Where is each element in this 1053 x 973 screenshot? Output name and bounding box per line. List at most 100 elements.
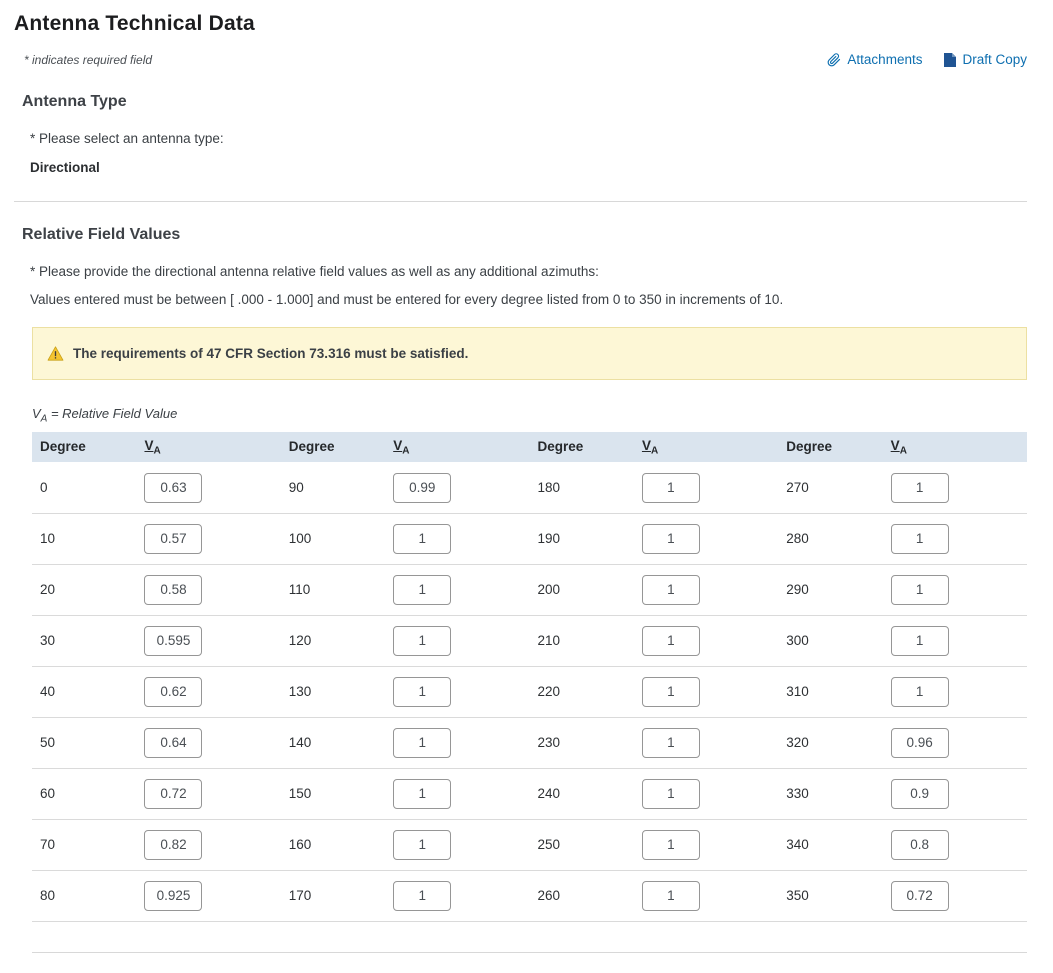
va-input-0[interactable]	[144, 473, 202, 503]
table-row: 80170260350	[32, 870, 1027, 921]
va-cell	[634, 666, 778, 717]
va-input-300[interactable]	[891, 626, 949, 656]
table-row: 30120210300	[32, 615, 1027, 666]
degree-value: 50	[32, 717, 136, 768]
va-cell	[385, 564, 529, 615]
degree-value: 270	[778, 462, 882, 513]
antenna-type-value: Directional	[30, 160, 1027, 175]
draft-copy-label: Draft Copy	[962, 52, 1027, 67]
degree-value: 160	[281, 819, 385, 870]
va-input-240[interactable]	[642, 779, 700, 809]
va-input-200[interactable]	[642, 575, 700, 605]
va-input-290[interactable]	[891, 575, 949, 605]
degree-value: 330	[778, 768, 882, 819]
va-input-100[interactable]	[393, 524, 451, 554]
va-input-90[interactable]	[393, 473, 451, 503]
degree-value: 150	[281, 768, 385, 819]
va-cell	[883, 615, 1027, 666]
degree-value: 350	[778, 870, 882, 921]
draft-copy-link[interactable]: Draft Copy	[944, 52, 1027, 67]
va-input-330[interactable]	[891, 779, 949, 809]
va-input-150[interactable]	[393, 779, 451, 809]
degree-value: 90	[281, 462, 385, 513]
va-input-20[interactable]	[144, 575, 202, 605]
degree-header: Degree	[778, 432, 882, 463]
va-input-350[interactable]	[891, 881, 949, 911]
va-cell	[385, 819, 529, 870]
degree-value: 70	[32, 819, 136, 870]
degree-value: 110	[281, 564, 385, 615]
table-row: 40130220310	[32, 666, 1027, 717]
va-cell	[385, 513, 529, 564]
va-cell	[883, 462, 1027, 513]
required-field-note: * indicates required field	[24, 53, 152, 67]
relative-field-table: Degree VA Degree VA Degree VA Degree VA …	[32, 432, 1027, 922]
section-divider	[14, 201, 1027, 202]
degree-value: 20	[32, 564, 136, 615]
antenna-type-heading: Antenna Type	[22, 93, 1027, 111]
degree-value: 220	[529, 666, 633, 717]
degree-value: 140	[281, 717, 385, 768]
degree-value: 40	[32, 666, 136, 717]
va-header: VA	[634, 432, 778, 463]
va-input-30[interactable]	[144, 626, 202, 656]
va-header: VA	[385, 432, 529, 463]
va-input-70[interactable]	[144, 830, 202, 860]
va-input-60[interactable]	[144, 779, 202, 809]
va-cell	[634, 768, 778, 819]
va-input-140[interactable]	[393, 728, 451, 758]
va-input-230[interactable]	[642, 728, 700, 758]
va-input-310[interactable]	[891, 677, 949, 707]
relative-field-range-note: Values entered must be between [ .000 - …	[30, 292, 1027, 307]
va-input-320[interactable]	[891, 728, 949, 758]
va-input-220[interactable]	[642, 677, 700, 707]
degree-value: 250	[529, 819, 633, 870]
va-cell	[136, 462, 280, 513]
va-input-160[interactable]	[393, 830, 451, 860]
attachments-link[interactable]: Attachments	[827, 52, 922, 67]
meta-row: * indicates required field Attachments D…	[24, 52, 1027, 67]
va-input-40[interactable]	[144, 677, 202, 707]
attachments-label: Attachments	[847, 52, 922, 67]
va-input-190[interactable]	[642, 524, 700, 554]
va-input-210[interactable]	[642, 626, 700, 656]
va-cell	[385, 615, 529, 666]
va-input-260[interactable]	[642, 881, 700, 911]
va-input-250[interactable]	[642, 830, 700, 860]
va-input-120[interactable]	[393, 626, 451, 656]
va-input-280[interactable]	[891, 524, 949, 554]
va-cell	[634, 513, 778, 564]
va-cell	[136, 666, 280, 717]
relative-field-heading: Relative Field Values	[22, 226, 1027, 244]
va-cell	[634, 615, 778, 666]
va-cell	[136, 870, 280, 921]
degree-value: 60	[32, 768, 136, 819]
va-cell	[136, 768, 280, 819]
degree-value: 230	[529, 717, 633, 768]
table-header-row: Degree VA Degree VA Degree VA Degree VA	[32, 432, 1027, 463]
va-cell	[634, 564, 778, 615]
degree-value: 190	[529, 513, 633, 564]
va-input-130[interactable]	[393, 677, 451, 707]
antenna-type-prompt: * Please select an antenna type:	[30, 131, 1027, 146]
va-input-110[interactable]	[393, 575, 451, 605]
va-input-180[interactable]	[642, 473, 700, 503]
table-row: 10100190280	[32, 513, 1027, 564]
table-row: 50140230320	[32, 717, 1027, 768]
va-cell	[883, 717, 1027, 768]
va-input-10[interactable]	[144, 524, 202, 554]
va-input-340[interactable]	[891, 830, 949, 860]
paperclip-icon	[827, 53, 841, 67]
va-input-80[interactable]	[144, 881, 202, 911]
degree-value: 0	[32, 462, 136, 513]
va-cell	[385, 768, 529, 819]
relative-field-table-body: 0901802701010019028020110200290301202103…	[32, 462, 1027, 921]
va-input-270[interactable]	[891, 473, 949, 503]
va-cell	[136, 615, 280, 666]
degree-value: 170	[281, 870, 385, 921]
va-input-50[interactable]	[144, 728, 202, 758]
va-cell	[136, 564, 280, 615]
va-input-170[interactable]	[393, 881, 451, 911]
degree-value: 280	[778, 513, 882, 564]
degree-value: 340	[778, 819, 882, 870]
